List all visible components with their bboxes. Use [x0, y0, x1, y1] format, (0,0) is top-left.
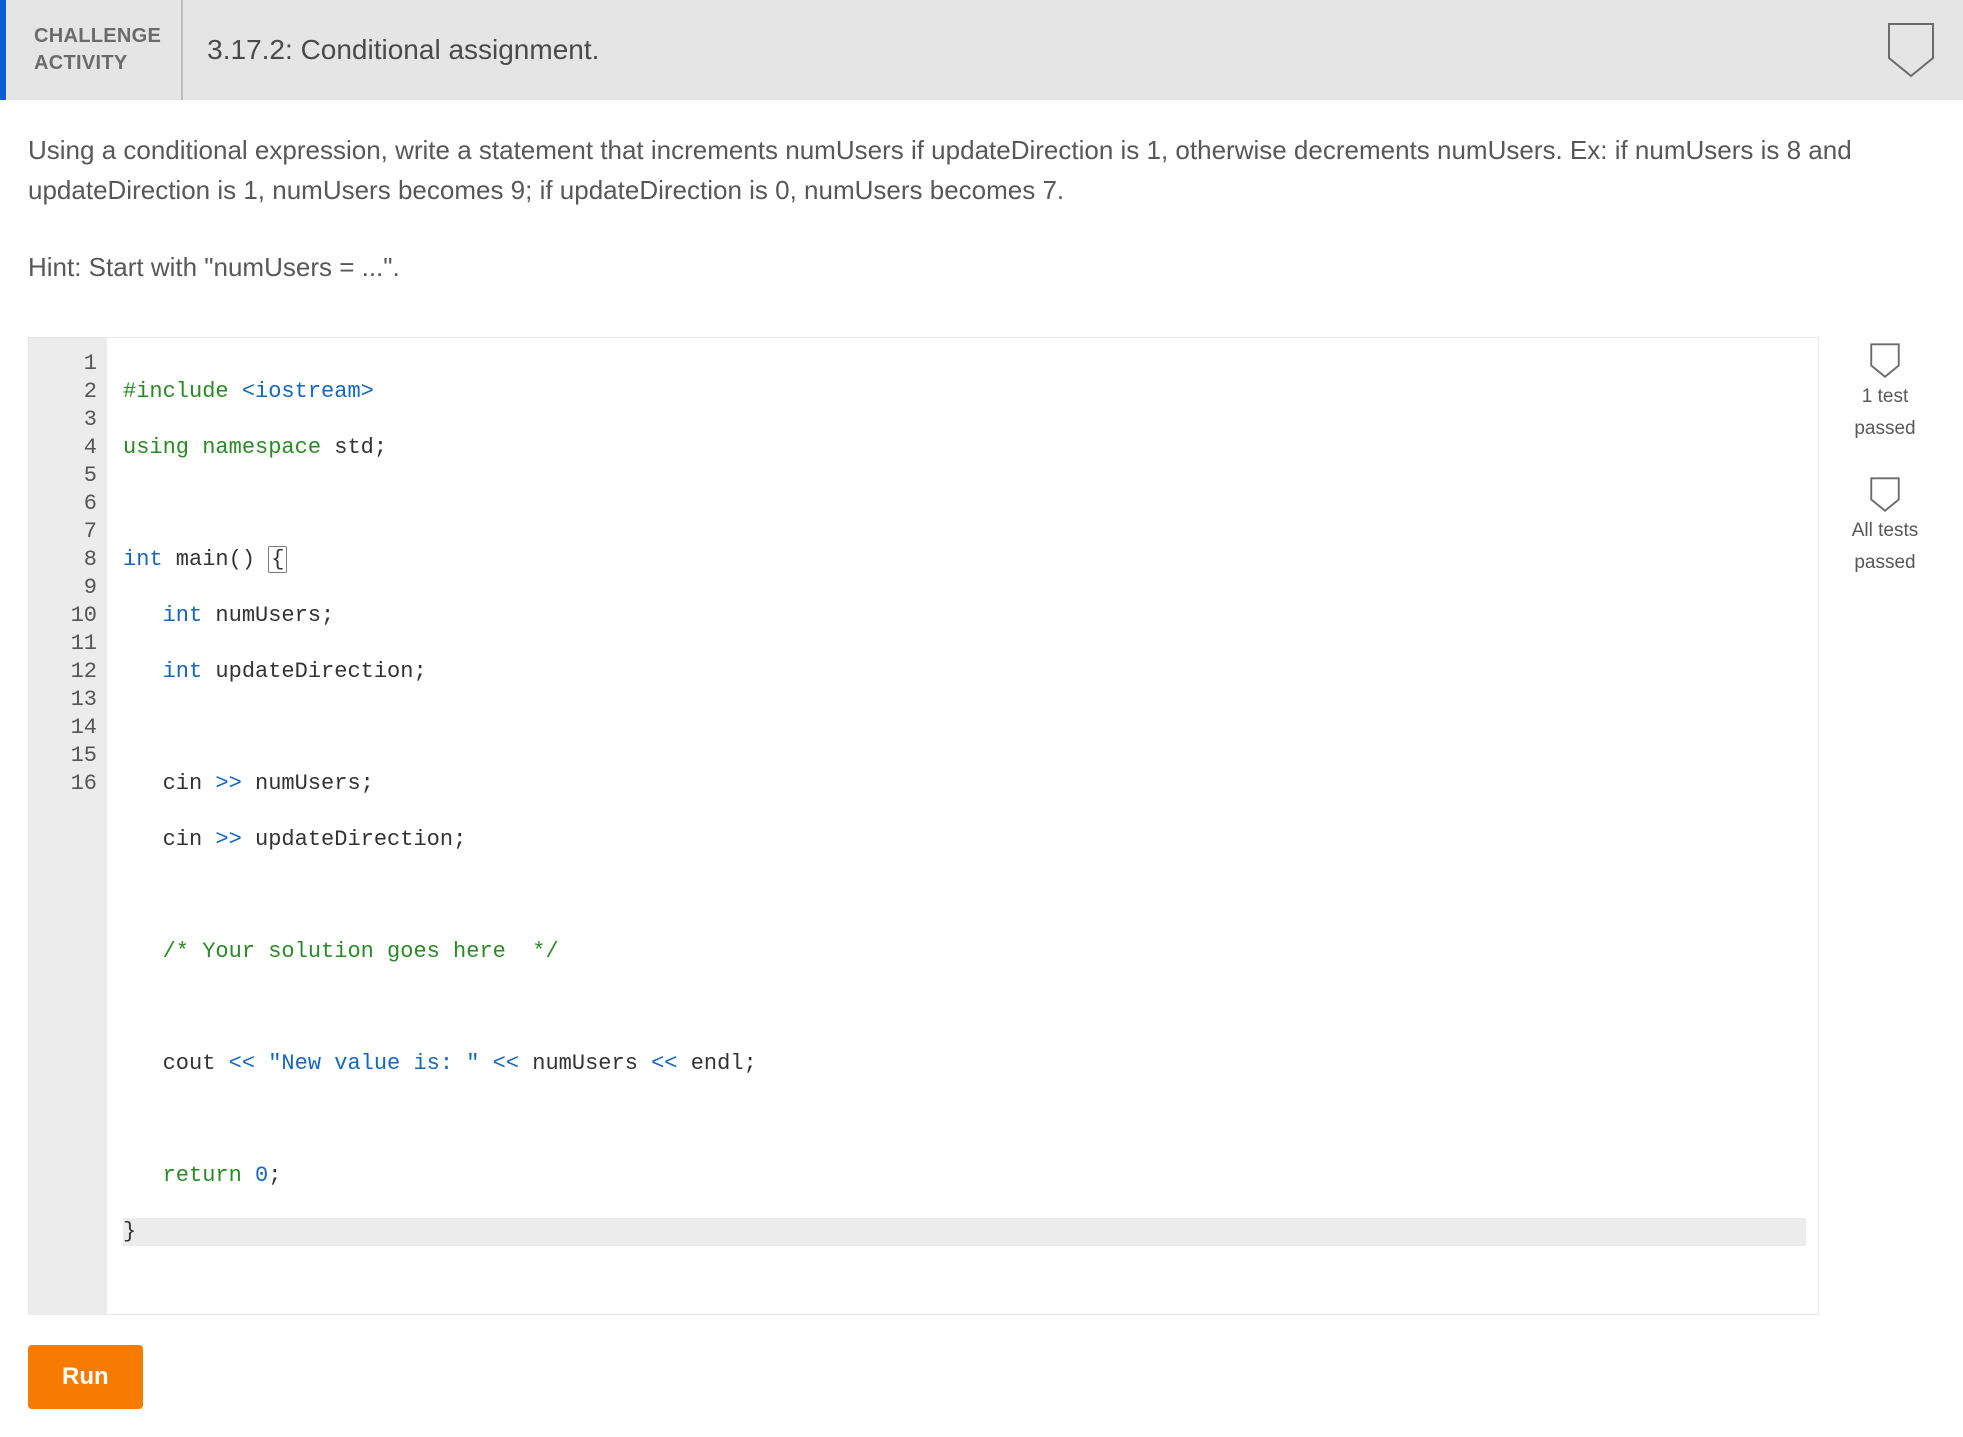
shield-icon [1887, 22, 1935, 78]
test-status-one-line2: passed [1854, 416, 1915, 442]
activity-header: CHALLENGE ACTIVITY 3.17.2: Conditional a… [0, 0, 1963, 100]
test-status-one-line1: 1 test [1862, 384, 1908, 410]
activity-tag-line1: CHALLENGE [34, 23, 161, 50]
header-shield-badge [1871, 0, 1945, 100]
activity-tag-line2: ACTIVITY [34, 50, 161, 77]
problem-hint: Hint: Start with "numUsers = ...". [28, 247, 1935, 287]
work-area: 12345678910111213141516 #include <iostre… [28, 337, 1935, 1315]
code-lines[interactable]: #include <iostream> using namespace std;… [107, 338, 1818, 1314]
test-status-one: 1 test passed [1854, 343, 1915, 441]
shield-icon [1870, 477, 1900, 512]
activity-title: 3.17.2: Conditional assignment. [183, 0, 1871, 100]
activity-content: Using a conditional expression, write a … [0, 100, 1963, 1437]
test-status-all-line1: All tests [1852, 518, 1919, 544]
test-status-all-line2: passed [1854, 550, 1915, 576]
problem-prompt: Using a conditional expression, write a … [28, 130, 1935, 211]
line-number-gutter: 12345678910111213141516 [29, 338, 107, 1314]
code-editor[interactable]: 12345678910111213141516 #include <iostre… [28, 337, 1819, 1315]
activity-type-tag: CHALLENGE ACTIVITY [6, 0, 183, 100]
code-block: 12345678910111213141516 #include <iostre… [29, 338, 1818, 1314]
test-status-column: 1 test passed All tests passed [1835, 337, 1935, 576]
test-status-all: All tests passed [1852, 477, 1919, 575]
run-button[interactable]: Run [28, 1345, 143, 1409]
shield-icon [1870, 343, 1900, 378]
